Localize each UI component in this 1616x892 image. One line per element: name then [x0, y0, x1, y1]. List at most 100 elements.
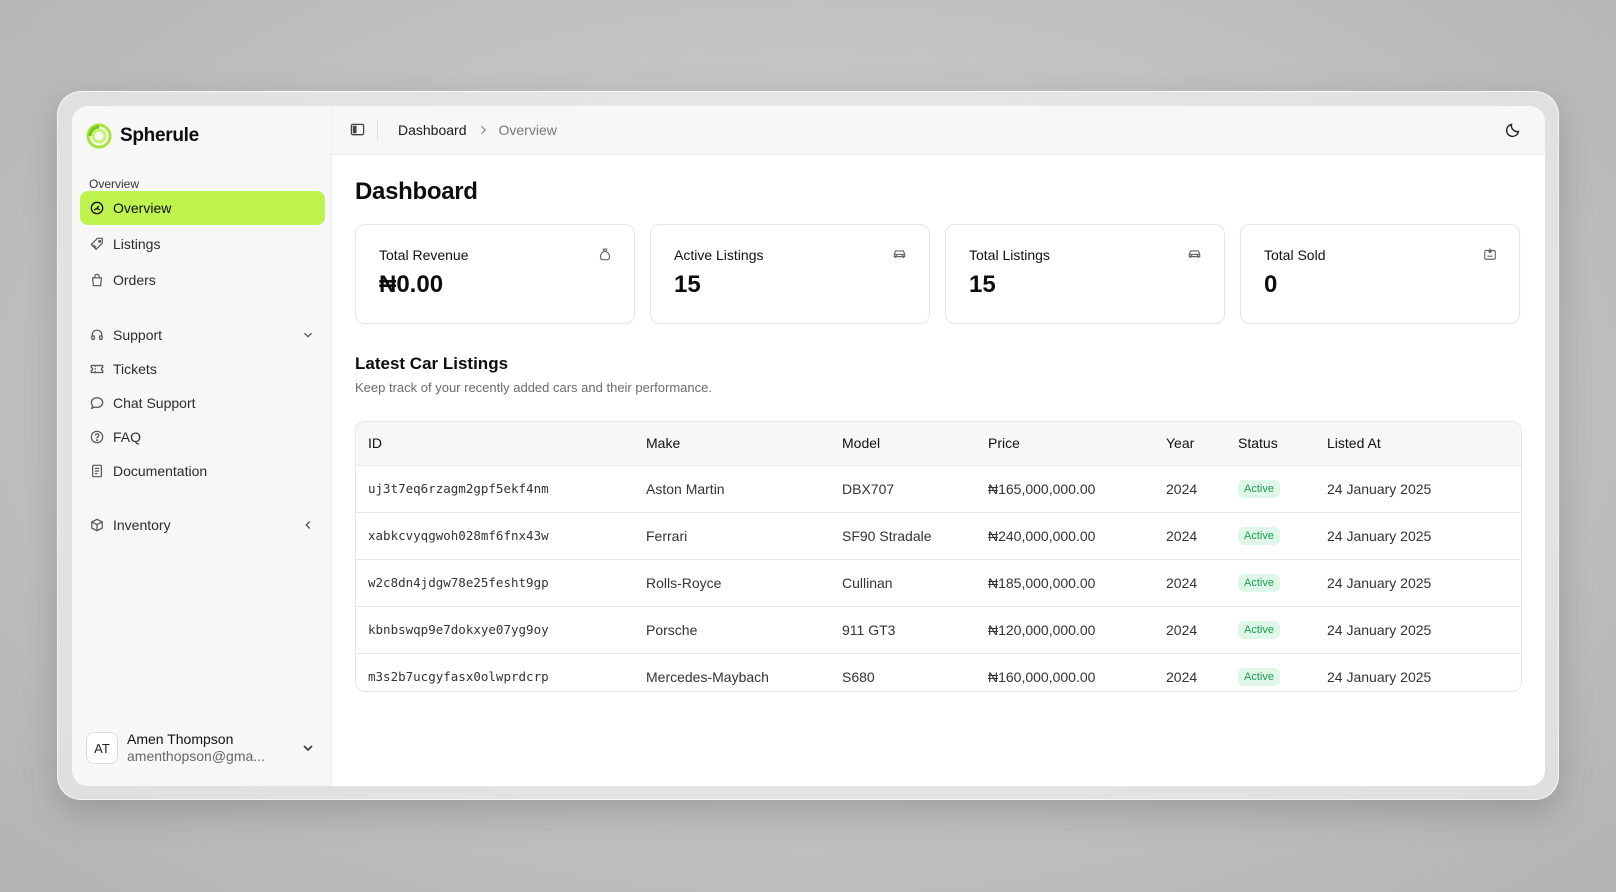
top-bar: Dashboard Overview — [332, 106, 1545, 155]
sidebar-item-inventory[interactable]: Inventory — [80, 508, 325, 542]
stat-card-title: Active Listings — [674, 247, 764, 263]
sidebar-item-label: Documentation — [113, 463, 208, 479]
sidebar-item-documentation[interactable]: Documentation — [80, 454, 325, 488]
column-header-id: ID — [368, 435, 382, 452]
help-icon — [90, 430, 104, 444]
page-title: Dashboard — [355, 178, 478, 205]
stat-card-total-listings: Total Listings 15 — [945, 224, 1225, 324]
sidebar-nav-inventory: Inventory — [80, 508, 325, 542]
stat-card-title: Total Listings — [969, 247, 1050, 263]
sidebar-item-orders[interactable]: Orders — [80, 263, 325, 297]
cell-listed-at: 24 January 2025 — [1327, 621, 1432, 638]
stat-card-value: ₦0.00 — [379, 271, 444, 298]
cell-price: ₦240,000,000.00 — [988, 527, 1096, 544]
sidebar-item-support[interactable]: Support — [80, 318, 325, 352]
column-header-model: Model — [842, 435, 881, 452]
ticket-icon — [90, 364, 104, 374]
sidebar-item-listings[interactable]: Listings — [80, 227, 325, 261]
cell-id: uj3t7eq6rzagm2gpf5ekf4nm — [368, 481, 549, 496]
cell-make: Porsche — [646, 621, 698, 638]
sidebar-item-label: Inventory — [113, 517, 171, 533]
cell-id: w2c8dn4jdgw78e25fesht9gp — [368, 575, 549, 590]
stats-cards: Total Revenue ₦0.00 Active Listings 15 T… — [355, 224, 1520, 324]
sidebar-item-tickets[interactable]: Tickets — [80, 352, 325, 386]
app-window: Spherule Overview Overview Listings Orde… — [72, 106, 1545, 786]
sidebar-item-label: Listings — [113, 236, 161, 252]
headset-icon — [91, 329, 103, 340]
user-menu[interactable]: AT Amen Thompson amenthopson@gma... — [86, 728, 318, 768]
stat-card-active-listings: Active Listings 15 — [650, 224, 930, 324]
chevron-left-icon[interactable] — [301, 518, 315, 532]
cell-make: Mercedes-Maybach — [646, 668, 769, 685]
user-name: Amen Thompson — [127, 731, 234, 747]
sidebar-item-label: FAQ — [113, 429, 142, 445]
cell-status: Active — [1226, 559, 1315, 606]
sidebar-nav-primary: Overview Listings Orders — [80, 191, 325, 297]
stat-card-value: 15 — [674, 271, 701, 298]
gauge-icon — [90, 201, 104, 215]
table-row[interactable]: kbnbswqp9e7dokxye07yg9oy Porsche 911 GT3… — [356, 606, 1521, 653]
cell-status: Active — [1226, 653, 1315, 691]
cell-make: Aston Martin — [646, 480, 725, 497]
sidebar-toggle-icon[interactable] — [350, 122, 365, 137]
sidebar: Spherule Overview Overview Listings Orde… — [72, 106, 332, 786]
cell-listed-at: 24 January 2025 — [1327, 527, 1432, 544]
table-row[interactable]: xabkcvyqgwoh028mf6fnx43w Ferrari SF90 St… — [356, 512, 1521, 559]
cell-listed-at: 24 January 2025 — [1327, 574, 1432, 591]
listings-table: ID Make Model Price Year Status Listed A… — [355, 421, 1522, 692]
column-header-status: Status — [1238, 435, 1278, 452]
cell-status: Active — [1226, 606, 1315, 653]
cell-year: 2024 — [1166, 480, 1198, 497]
column-header-make: Make — [646, 435, 681, 452]
user-info: Amen Thompson amenthopson@gma... — [127, 731, 265, 765]
sidebar-item-overview[interactable]: Overview — [80, 191, 325, 225]
moon-icon[interactable] — [1505, 122, 1521, 138]
brand-name: Spherule — [120, 125, 199, 146]
chevron-down-icon[interactable] — [301, 328, 315, 342]
cell-year: 2024 — [1166, 527, 1198, 544]
money-bag-icon — [599, 248, 611, 261]
column-header-listed-at: Listed At — [1327, 435, 1381, 452]
cell-price: ₦120,000,000.00 — [988, 621, 1096, 638]
brand[interactable]: Spherule — [86, 123, 199, 149]
cell-id: xabkcvyqgwoh028mf6fnx43w — [368, 528, 549, 543]
sidebar-item-label: Support — [113, 327, 163, 343]
user-email: amenthopson@gma... — [127, 748, 265, 764]
sidebar-item-label: Chat Support — [113, 395, 196, 411]
sidebar-group-label: Overview — [89, 177, 140, 191]
cell-model: Cullinan — [842, 574, 893, 591]
sidebar-item-label: Overview — [113, 200, 172, 216]
breadcrumb-overview: Overview — [498, 122, 557, 138]
main-content: Dashboard Overview Dashboard Total Reven… — [332, 106, 1545, 786]
divider — [377, 121, 378, 140]
chat-icon — [90, 397, 104, 410]
package-icon — [91, 518, 103, 532]
car-icon — [893, 250, 906, 258]
cell-status: Active — [1226, 512, 1315, 559]
sold-box-icon — [1484, 248, 1496, 260]
listings-title: Latest Car Listings — [355, 354, 509, 373]
chevron-down-icon[interactable] — [300, 740, 316, 756]
cell-price: ₦165,000,000.00 — [988, 480, 1096, 497]
table-row[interactable]: w2c8dn4jdgw78e25fesht9gp Rolls-Royce Cul… — [356, 559, 1521, 606]
cell-id: kbnbswqp9e7dokxye07yg9oy — [368, 622, 549, 637]
table-row[interactable]: uj3t7eq6rzagm2gpf5ekf4nm Aston Martin DB… — [356, 465, 1521, 512]
stat-card-title: Total Revenue — [379, 247, 469, 263]
status-badge: Active — [1238, 574, 1280, 592]
breadcrumb-dashboard[interactable]: Dashboard — [398, 122, 467, 138]
stat-card-title: Total Sold — [1264, 247, 1326, 263]
listings-subtitle: Keep track of your recently added cars a… — [355, 380, 712, 395]
cell-model: S680 — [842, 668, 875, 685]
status-badge: Active — [1238, 668, 1280, 687]
sidebar-item-faq[interactable]: FAQ — [80, 420, 325, 454]
tag-icon — [90, 237, 103, 251]
sidebar-item-label: Tickets — [113, 361, 157, 377]
car-icon — [1188, 250, 1201, 258]
cell-id: m3s2b7ucgyfasx0olwprdcrp — [368, 669, 549, 685]
avatar: AT — [86, 732, 118, 764]
cell-listed-at: 24 January 2025 — [1327, 668, 1432, 685]
table-row[interactable]: m3s2b7ucgyfasx0olwprdcrp Mercedes-Maybac… — [356, 653, 1521, 691]
sidebar-item-label: Orders — [113, 272, 156, 288]
sidebar-item-chat-support[interactable]: Chat Support — [80, 386, 325, 420]
status-badge: Active — [1238, 480, 1280, 498]
